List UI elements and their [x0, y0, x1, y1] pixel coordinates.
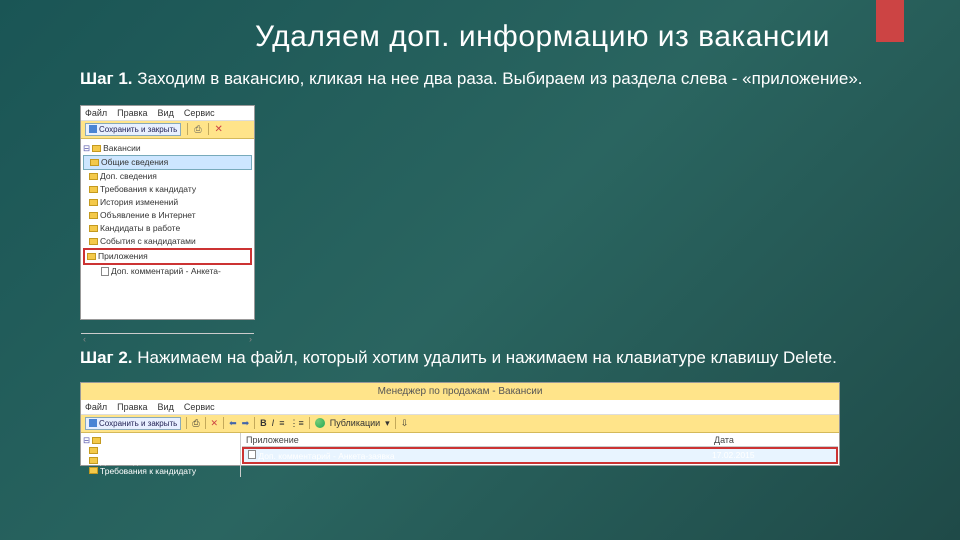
print-icon[interactable]: ⎙ — [192, 418, 199, 429]
tree-panel: ⊟ Вакансии Общие сведения Доп. сведения … — [81, 139, 254, 281]
tree-item[interactable]: Доп. сведения — [83, 456, 238, 466]
folder-icon — [89, 186, 98, 193]
tree-item[interactable]: Объявление в Интернет — [83, 209, 252, 222]
fwd-icon[interactable]: ➡ — [242, 418, 250, 429]
disk-icon — [89, 419, 97, 427]
content-panel: ⊟Вакансии Общие сведения Доп. сведения Т… — [81, 433, 839, 477]
tree-item[interactable]: История изменений — [83, 196, 252, 209]
tree-item-doc[interactable]: Доп. комментарий - Анкета- — [83, 265, 252, 278]
bold-icon[interactable]: B — [260, 418, 267, 428]
folder-icon — [92, 437, 101, 444]
tree-item[interactable]: Требования к кандидату — [83, 183, 252, 196]
menu-edit[interactable]: Правка — [117, 402, 147, 412]
menu-file[interactable]: Файл — [85, 108, 107, 118]
back-icon[interactable]: ⬅ — [229, 418, 237, 429]
folder-icon — [89, 467, 98, 474]
save-close-button[interactable]: Сохранить и закрыть — [85, 123, 181, 136]
menu-file[interactable]: Файл — [85, 402, 107, 412]
disk-icon — [89, 125, 97, 133]
folder-icon — [89, 173, 98, 180]
x-icon[interactable]: ✕ — [211, 418, 219, 429]
globe-icon — [315, 418, 325, 428]
tree-root[interactable]: ⊟Вакансии — [83, 435, 238, 446]
grid-row-selected[interactable]: Доп. комментарий - Анкета-заявка 17.02.2… — [242, 447, 838, 464]
folder-icon — [89, 457, 98, 464]
doc-icon — [101, 267, 109, 276]
step2-body: Нажимаем на файл, который хотим удалить … — [137, 348, 837, 367]
menu-edit[interactable]: Правка — [117, 108, 147, 118]
menubar: Файл Правка Вид Сервис — [81, 106, 254, 121]
step1-text: Шаг 1. Заходим в вакансию, кликая на нее… — [80, 68, 900, 91]
folder-icon — [87, 253, 96, 260]
screenshot-2: Менеджер по продажам - Вакансии Файл Пра… — [80, 382, 840, 466]
publish-button[interactable]: Публикации — [330, 418, 380, 428]
print-icon[interactable]: ⎙ — [194, 124, 201, 135]
grid-header: Приложение Дата — [242, 434, 838, 447]
tree-item[interactable]: Доп. сведения — [83, 170, 252, 183]
folder-icon — [89, 212, 98, 219]
toolbar: Сохранить и закрыть ⎙ ✕ — [81, 121, 254, 139]
numlist-icon[interactable]: ⋮≡ — [289, 418, 303, 429]
step1-body: Заходим в вакансию, кликая на нее два ра… — [137, 69, 862, 88]
save-close-button[interactable]: Сохранить и закрыть — [85, 417, 181, 430]
toolbar: Сохранить и закрыть ⎙ ✕ ⬅ ➡ B I ≡ ⋮≡ Пуб… — [81, 415, 839, 433]
separator — [208, 123, 209, 135]
step1-label: Шаг 1. — [80, 69, 133, 88]
slide-title: Удаляем доп. информацию из вакансии — [80, 20, 900, 54]
list-icon[interactable]: ≡ — [279, 418, 284, 428]
menu-service[interactable]: Сервис — [184, 108, 215, 118]
separator — [187, 123, 188, 135]
italic-icon[interactable]: I — [272, 418, 275, 428]
x-icon[interactable]: ✕ — [215, 124, 223, 135]
tree-item[interactable]: Общие сведения — [83, 446, 238, 456]
tree-panel-2: ⊟Вакансии Общие сведения Доп. сведения Т… — [81, 433, 241, 477]
menu-view[interactable]: Вид — [158, 108, 174, 118]
screenshot-1: Файл Правка Вид Сервис Сохранить и закры… — [80, 105, 255, 320]
tree-item[interactable]: Требования к кандидату — [83, 466, 238, 476]
folder-icon — [90, 159, 99, 166]
accent-bar — [876, 0, 904, 42]
folder-icon — [89, 225, 98, 232]
grid-panel: Приложение Дата Доп. комментарий - Анкет… — [241, 433, 839, 477]
spacer — [81, 281, 254, 333]
tree-item[interactable]: События с кандидатами — [83, 235, 252, 248]
dropdown-icon[interactable]: ▾ — [385, 418, 390, 429]
folder-icon — [89, 238, 98, 245]
folder-icon — [89, 447, 98, 454]
tree-root[interactable]: ⊟ Вакансии — [83, 142, 252, 155]
tree-item[interactable]: Кандидаты в работе — [83, 222, 252, 235]
folder-icon — [89, 199, 98, 206]
tree-item-general[interactable]: Общие сведения — [83, 155, 252, 170]
scrollbar[interactable]: ‹› — [81, 333, 254, 344]
menubar: Файл Правка Вид Сервис — [81, 400, 839, 415]
col-attachment: Приложение — [246, 435, 714, 445]
step2-text: Шаг 2. Нажимаем на файл, который хотим у… — [80, 347, 900, 370]
folder-icon — [92, 145, 101, 152]
col-date: Дата — [714, 435, 834, 445]
window-title: Менеджер по продажам - Вакансии — [81, 383, 839, 400]
slide-content: Удаляем доп. информацию из вакансии Шаг … — [0, 0, 960, 466]
down-icon[interactable]: ⇩ — [401, 418, 409, 429]
step2-label: Шаг 2. — [80, 348, 133, 367]
menu-view[interactable]: Вид — [158, 402, 174, 412]
menu-service[interactable]: Сервис — [184, 402, 215, 412]
tree-item-attachments[interactable]: Приложения — [83, 248, 252, 265]
doc-icon — [248, 450, 256, 459]
